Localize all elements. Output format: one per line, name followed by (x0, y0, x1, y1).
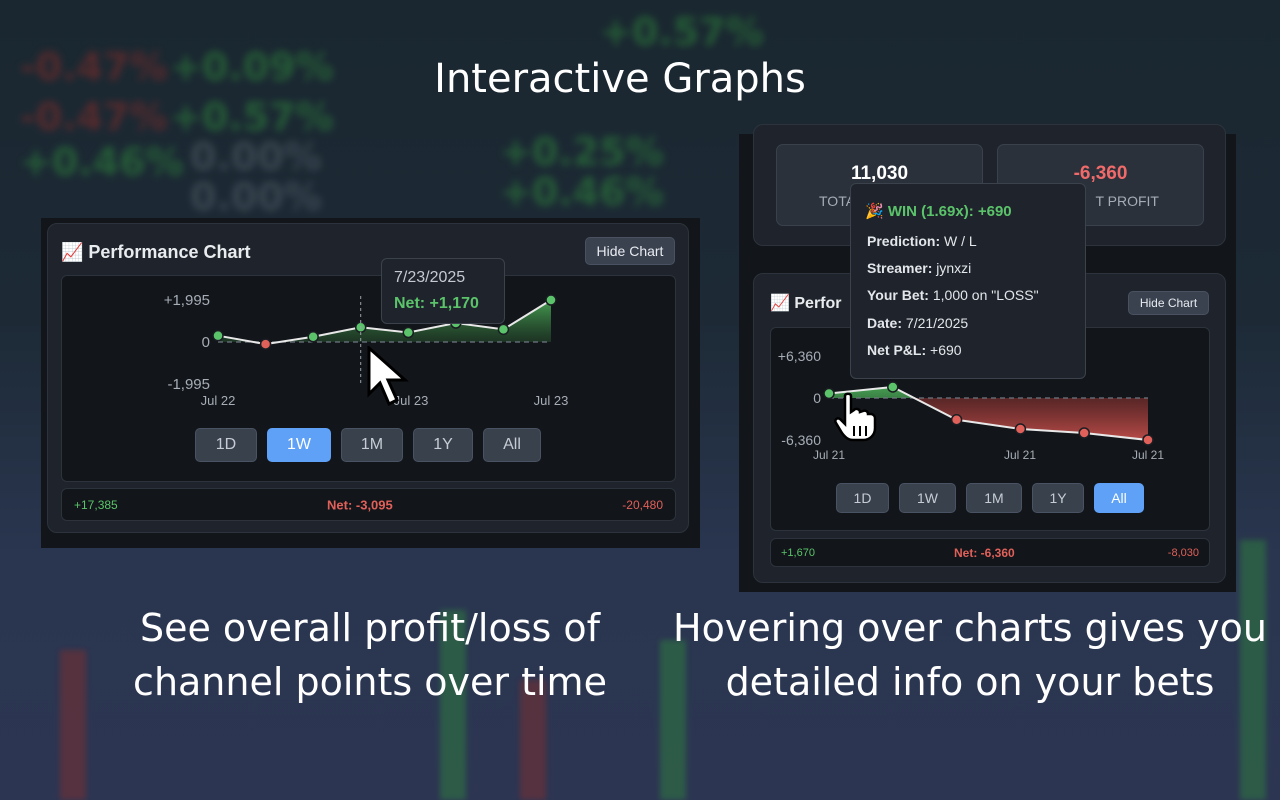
net-total: Net: -6,360 (954, 545, 1015, 560)
left-screenshot: 📈 Performance Chart Hide Chart +1,995 0 -1… (41, 218, 700, 548)
tooltip-row-prediction: Prediction: W / L (867, 233, 977, 249)
range-button-1m[interactable]: 1M (966, 483, 1022, 513)
data-point[interactable] (259, 338, 272, 350)
data-point[interactable] (212, 329, 224, 342)
bg-ticker: 0.00% (190, 175, 322, 219)
net-total: Net: -3,095 (327, 497, 393, 512)
tooltip-date: 7/23/2025 (394, 269, 466, 286)
range-button-1y[interactable]: 1Y (1032, 483, 1084, 513)
x-tick-label: Jul 21 (1004, 448, 1036, 462)
stat-label: T PROFIT (1095, 193, 1159, 209)
stat-value: 11,030 (850, 163, 909, 184)
range-button-all[interactable]: All (1094, 483, 1144, 513)
y-tick-label: +6,360 (778, 348, 821, 364)
caption-line: detailed info on your bets (725, 660, 1215, 704)
bg-ticker: +0.46% (20, 140, 184, 184)
chart-title: 📈 Performance Chart (61, 242, 251, 262)
y-tick-label: -6,360 (781, 432, 821, 448)
right-screenshot: 11,030 TOTA -6,360 T PROFIT 📈 Perfor Hid… (739, 124, 1236, 592)
hand-cursor-icon (834, 392, 877, 442)
caption-line: Hovering over charts gives you (673, 606, 1267, 650)
tooltip-header: 🎉 WIN (1.69x): +690 (865, 203, 1012, 220)
data-point[interactable] (1142, 434, 1154, 446)
caption-right: Hovering over charts gives you detailed … (660, 601, 1280, 709)
x-tick-label: Jul 23 (534, 393, 569, 408)
caption-line: See overall profit/loss of (139, 606, 601, 650)
tooltip-row-pnl: Net P&L: +690 (867, 342, 962, 358)
data-point[interactable] (402, 326, 415, 339)
bg-ticker: 0.00% (190, 135, 322, 179)
chart-tooltip: 7/23/2025 Net: +1,170 (381, 258, 505, 324)
range-button-1d[interactable]: 1D (836, 483, 889, 513)
data-point[interactable] (307, 330, 319, 343)
tooltip-row-bet: Your Bet: 1,000 on "LOSS" (867, 287, 1039, 303)
page-headline: Interactive Graphs (434, 56, 806, 102)
hide-chart-button[interactable]: Hide Chart (1128, 291, 1209, 315)
bet-tooltip: 🎉 WIN (1.69x): +690 Prediction: W / L St… (850, 183, 1086, 379)
total-gain: +1,670 (781, 546, 815, 559)
summary-bar: +1,670 Net: -6,360 -8,030 (770, 538, 1210, 567)
bg-ticker: +0.25% (500, 130, 664, 174)
data-point[interactable] (1014, 423, 1027, 435)
x-tick-label: Jul 21 (813, 448, 845, 462)
tooltip-row-date: Date: 7/21/2025 (867, 315, 969, 331)
arrow-cursor-icon (367, 346, 409, 407)
y-tick-label: 0 (813, 390, 821, 406)
x-tick-label: Jul 21 (1132, 448, 1164, 462)
total-gain: +17,385 (74, 497, 118, 512)
bg-bar (60, 650, 86, 800)
summary-bar: +17,385 Net: -3,095 -20,480 (61, 488, 676, 521)
range-button-1w[interactable]: 1W (267, 428, 331, 462)
y-tick-label: 0 (202, 334, 210, 351)
tooltip-net: Net: +1,170 (394, 295, 479, 312)
data-point[interactable] (950, 414, 963, 426)
bg-ticker: +0.57% (600, 10, 764, 54)
data-point[interactable] (887, 381, 899, 393)
caption-left: See overall profit/loss of channel point… (100, 601, 640, 709)
total-loss: -8,030 (1167, 546, 1199, 559)
chart-title: 📈 Perfor (770, 295, 842, 312)
y-tick-label: -1,995 (167, 376, 210, 393)
range-button-1d[interactable]: 1D (195, 428, 257, 462)
bg-ticker: +0.46% (500, 170, 664, 214)
caption-line: channel points over time (133, 660, 607, 704)
hide-chart-button[interactable]: Hide Chart (585, 237, 675, 265)
data-point[interactable] (497, 323, 510, 336)
range-button-all[interactable]: All (483, 428, 541, 462)
range-button-1y[interactable]: 1Y (413, 428, 473, 462)
data-point[interactable] (545, 294, 557, 306)
tooltip-row-streamer: Streamer: jynxzi (867, 260, 972, 276)
total-loss: -20,480 (622, 497, 663, 512)
range-button-1m[interactable]: 1M (341, 428, 403, 462)
stat-value: -6,360 (1073, 163, 1128, 184)
data-point[interactable] (1078, 427, 1090, 439)
y-tick-label: +1,995 (164, 292, 210, 309)
range-button-1w[interactable]: 1W (899, 483, 956, 513)
x-tick-label: Jul 22 (201, 393, 236, 408)
